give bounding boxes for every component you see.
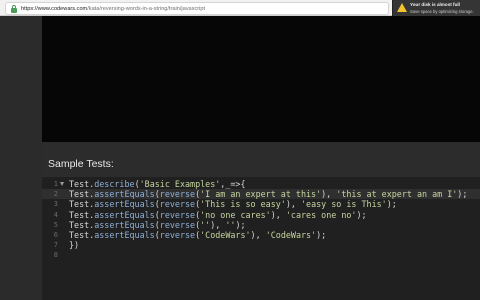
code-token: describe <box>94 179 135 189</box>
output-panel <box>42 16 480 142</box>
code-token: ); <box>316 230 327 240</box>
code-token: assertEquals <box>94 230 155 240</box>
code-token: 'I am an expert at this' <box>200 189 322 200</box>
code-token: 'CodeWars' <box>200 230 251 240</box>
code-token: Test <box>69 189 90 200</box>
code-token: Test <box>69 179 90 189</box>
code-token: reverse <box>159 209 196 220</box>
notification-message: Save space by optimizing storage. <box>410 9 474 14</box>
code-token: reverse <box>159 199 196 210</box>
line-number: 6 <box>53 231 58 239</box>
code-token: ); <box>386 199 397 210</box>
code-token: assertEquals <box>94 219 155 230</box>
code-token: 'no one cares' <box>200 209 271 220</box>
code-line[interactable]: 4 Test.assertEquals(reverse('no one cares… <box>42 210 480 220</box>
lock-icon <box>10 4 18 13</box>
code-text: Test.assertEquals(reverse('CodeWars'), '… <box>69 230 326 240</box>
code-token: 'CodeWars' <box>265 230 317 240</box>
left-sidebar <box>0 16 42 300</box>
code-line[interactable]: 6 Test.assertEquals(reverse('CodeWars'), … <box>42 230 480 240</box>
code-token: Test <box>69 209 90 220</box>
code-text: Test.assertEquals(reverse('This is so ea… <box>69 199 397 209</box>
code-token: 'this at expert an am I' <box>336 189 458 200</box>
code-token: ); <box>235 219 246 230</box>
line-number: 1 <box>53 180 58 188</box>
line-number: 8 <box>53 251 58 260</box>
code-text: Test.describe('Basic Examples',_=>{ <box>69 179 246 189</box>
line-number: 2 <box>53 190 58 199</box>
code-token: Test <box>69 230 90 240</box>
code-token: ); <box>356 209 367 220</box>
code-token: reverse <box>159 219 196 230</box>
line-number: 5 <box>53 220 58 229</box>
code-token: '' <box>200 219 211 230</box>
address-bar[interactable]: https://www.codewars.com/kata/reversing-… <box>5 2 389 15</box>
code-line[interactable]: 3 Test.assertEquals(reverse('This is so e… <box>42 199 480 209</box>
code-text: Test.assertEquals(reverse(''), ''); <box>69 220 246 230</box>
code-text: Test.assertEquals(reverse('I am an exper… <box>69 189 467 199</box>
code-token: ,_=>{ <box>220 179 246 189</box>
code-token: ), <box>250 230 266 240</box>
code-editor[interactable]: 1 Test.describe('Basic Examples',_=>{ 2 Tes… <box>42 177 480 300</box>
code-token: ); <box>457 189 468 200</box>
code-text: Test.assertEquals(reverse('no one cares'… <box>69 210 367 220</box>
code-line[interactable]: 5 Test.assertEquals(reverse(''), ''); <box>42 220 480 230</box>
code-token: 'cares one no' <box>285 209 357 220</box>
line-number: 7 <box>53 241 58 250</box>
line-number: 3 <box>53 200 58 209</box>
code-token: reverse <box>159 189 196 200</box>
code-line[interactable]: 2 Test.assertEquals(reverse('I am an expe… <box>42 189 480 200</box>
sample-tests-section: Sample Tests: 1 Test.describe('Basic Exam… <box>42 142 480 300</box>
code-text: }) <box>69 240 79 250</box>
code-line[interactable]: 1 Test.describe('Basic Examples',_=>{ <box>42 179 480 189</box>
fold-arrow-icon[interactable] <box>60 182 64 186</box>
code-token: ), <box>321 189 337 200</box>
code-token: Test <box>69 219 90 230</box>
code-token: ), <box>270 209 286 220</box>
code-token: '' <box>225 219 236 230</box>
code-token: assertEquals <box>94 199 155 210</box>
url-text[interactable]: https://www.codewars.com/kata/reversing-… <box>21 6 205 12</box>
code-token: Test <box>69 199 90 210</box>
sample-tests-heading: Sample Tests: <box>48 158 114 170</box>
code-token: reverse <box>159 230 196 240</box>
code-token: ), <box>210 219 226 230</box>
notification-title: Your disk is almost full <box>410 2 460 7</box>
line-number: 4 <box>53 210 58 219</box>
code-token: }) <box>69 240 80 251</box>
code-line[interactable]: 8 <box>42 250 480 260</box>
code-token: 'Basic Examples' <box>139 179 221 189</box>
code-token: ), <box>285 199 301 210</box>
code-token: 'easy so is This' <box>300 199 387 210</box>
code-token: assertEquals <box>94 189 155 200</box>
code-token: assertEquals <box>94 209 155 220</box>
code-token: 'This is so easy' <box>200 199 286 210</box>
disk-full-notification[interactable]: Your disk is almost full Save space by o… <box>392 0 480 17</box>
warning-icon <box>397 3 407 12</box>
code-line[interactable]: 7}) <box>42 240 480 250</box>
